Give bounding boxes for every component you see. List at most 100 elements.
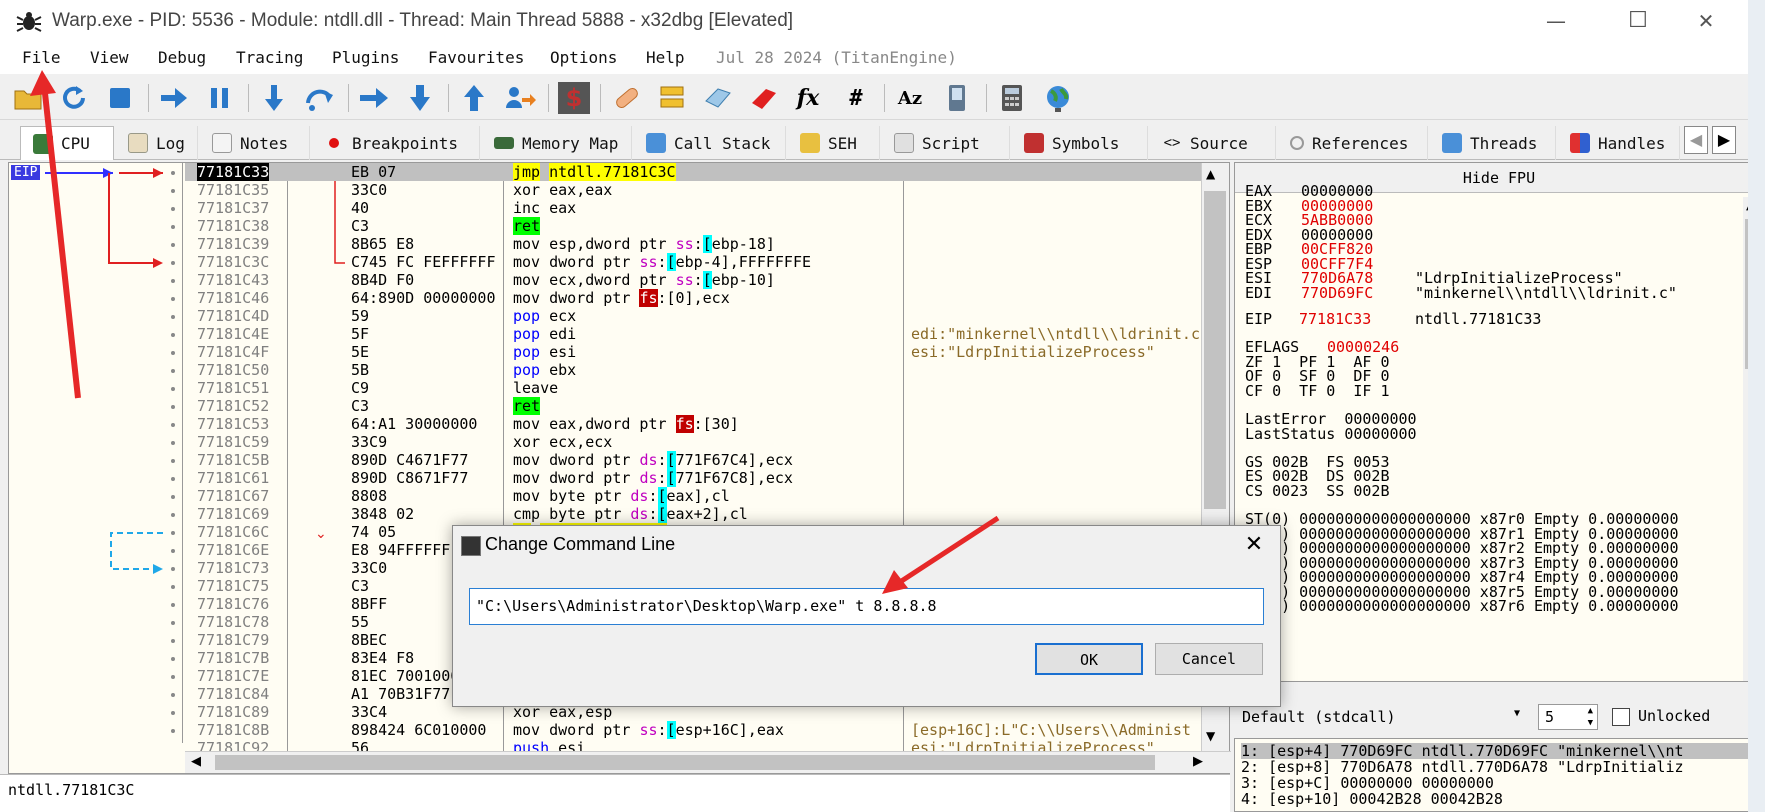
registers-pane[interactable]: Hide FPU EAX 00000000 EBX 00000000 ECX 5ABB00…: [1234, 162, 1764, 682]
disasm-row[interactable]: 77181C35 33C0 xor eax,eax: [185, 181, 1217, 199]
disasm-row[interactable]: 77181C4D 59 pop ecx: [185, 307, 1217, 325]
function-icon[interactable]: fx: [792, 82, 824, 114]
font-icon[interactable]: Az: [894, 82, 926, 114]
hscroll-thumb[interactable]: [215, 755, 1155, 770]
instruction-text: cmp byte ptr ds:[eax+2],cl: [513, 505, 748, 523]
disasm-row[interactable]: 77181C53 64:A1 30000000 mov eax,dword ptr …: [185, 415, 1217, 433]
bookmark-icon[interactable]: [748, 82, 780, 114]
disasm-row[interactable]: 77181C8B 898424 6C010000 mov dword ptr ss:…: [185, 721, 1217, 739]
maximize-button[interactable]: ☐: [1618, 6, 1658, 36]
cancel-button[interactable]: Cancel: [1155, 643, 1263, 675]
register-value[interactable]: 770D69FC: [1301, 285, 1373, 301]
instruction-comment: edi:"minkernel\\ntdll\\ldrinit.c": [911, 325, 1210, 343]
menu-file[interactable]: File: [22, 48, 61, 67]
calculator-icon[interactable]: [996, 82, 1028, 114]
hash-icon[interactable]: #: [840, 82, 872, 114]
disasm-row[interactable]: 77181C52 C3 ret: [185, 397, 1217, 415]
open-icon[interactable]: [12, 82, 44, 114]
stack-argument-row[interactable]: 3: [esp+C] 00000000 00000000: [1241, 775, 1494, 791]
disasm-horizontal-scrollbar[interactable]: ◀ ▶: [185, 751, 1231, 773]
argument-count-stepper[interactable]: 5 ▲ ▼: [1538, 704, 1598, 730]
trace-over-icon[interactable]: [404, 82, 436, 114]
patch-icon[interactable]: [610, 82, 642, 114]
tab-scroll-left-button[interactable]: ◀: [1684, 126, 1708, 154]
tab-notes[interactable]: Notes: [200, 126, 310, 160]
globe-icon[interactable]: [1042, 82, 1074, 114]
calling-convention-select[interactable]: Default (stdcall) ▼: [1236, 704, 1526, 730]
script-icon[interactable]: $: [558, 82, 590, 114]
menu-favourites[interactable]: Favourites: [428, 48, 524, 67]
execute-till-return-icon[interactable]: [458, 82, 490, 114]
tab-memory-map[interactable]: Memory Map: [482, 126, 632, 160]
register-value[interactable]: 77181C33: [1299, 311, 1371, 327]
tab-symbols[interactable]: Symbols: [1012, 126, 1148, 160]
step-into-icon[interactable]: [258, 82, 290, 114]
scroll-up-icon[interactable]: ▲: [1206, 167, 1215, 181]
command-line-input[interactable]: "C:\Users\Administrator\Desktop\Warp.exe…: [469, 588, 1264, 625]
disasm-row[interactable]: 77181C69 3848 02 cmp byte ptr ds:[eax+2],c…: [185, 505, 1217, 523]
tab-breakpoints[interactable]: Breakpoints: [312, 126, 480, 160]
scroll-right-icon[interactable]: ▶: [1193, 754, 1203, 769]
unlocked-checkbox[interactable]: [1612, 708, 1630, 726]
comment-icon[interactable]: [656, 82, 688, 114]
menu-debug[interactable]: Debug: [158, 48, 206, 67]
disasm-row[interactable]: 77181C33 EB 07 jmp ntdll.77181C3C: [185, 163, 1217, 181]
restart-icon[interactable]: [58, 82, 90, 114]
tab-references[interactable]: References: [1278, 126, 1428, 160]
ok-button[interactable]: OK: [1035, 643, 1143, 675]
scroll-down-icon[interactable]: ▼: [1206, 729, 1215, 743]
flags-row[interactable]: CF 0 TF 0 IF 1: [1245, 383, 1390, 399]
disasm-row[interactable]: 77181C4E 5F pop edi edi:"minkernel\\ntdll\\…: [185, 325, 1217, 343]
stack-argument-row[interactable]: 1: [esp+4] 770D69FC ntdll.770D69FC "mink…: [1241, 743, 1761, 759]
pause-icon[interactable]: [204, 82, 236, 114]
menu-tracing[interactable]: Tracing: [236, 48, 303, 67]
tab-seh[interactable]: SEH: [788, 126, 880, 160]
menu-view[interactable]: View: [90, 48, 129, 67]
menu-help[interactable]: Help: [646, 48, 685, 67]
stepper-arrows-icon[interactable]: ▲ ▼: [1588, 705, 1593, 729]
unlocked-label: Unlocked: [1638, 707, 1711, 725]
stack-arguments-pane[interactable]: 1: [esp+4] 770D69FC ntdll.770D69FC "mink…: [1234, 738, 1764, 812]
device-icon[interactable]: [942, 82, 974, 114]
label-icon[interactable]: [702, 82, 734, 114]
disasm-row[interactable]: 77181C38 C3 ret: [185, 217, 1217, 235]
stack-argument-row[interactable]: 2: [esp+8] 770D6A78 ntdll.770D6A78 "Ldrp…: [1241, 759, 1684, 775]
disasm-row[interactable]: 77181C46 64:890D 00000000 mov dword ptr fs…: [185, 289, 1217, 307]
disasm-row[interactable]: 77181C67 8808 mov byte ptr ds:[eax],cl: [185, 487, 1217, 505]
disasm-row[interactable]: 77181C51 C9 leave: [185, 379, 1217, 397]
tab-call-stack[interactable]: Call Stack: [634, 126, 786, 160]
disasm-row[interactable]: 77181C92 56 push esi esi:"LdrpInitializePro…: [185, 739, 1217, 751]
trace-into-icon[interactable]: [358, 82, 390, 114]
run-icon[interactable]: [158, 82, 190, 114]
disasm-row[interactable]: 77181C59 33C9 xor ecx,ecx: [185, 433, 1217, 451]
disasm-row[interactable]: 77181C43 8B4D F0 mov ecx,dword ptr ss:[ebp…: [185, 271, 1217, 289]
minimize-button[interactable]: —: [1536, 6, 1576, 36]
calling-convention-value: Default (stdcall): [1242, 708, 1396, 726]
disasm-row[interactable]: 77181C37 40 inc eax: [185, 199, 1217, 217]
disasm-row[interactable]: 77181C50 5B pop ebx: [185, 361, 1217, 379]
tab-scroll-right-button[interactable]: ▶: [1712, 126, 1736, 154]
tab-threads[interactable]: Threads: [1430, 126, 1556, 160]
instruction-bytes: EB 07: [351, 163, 397, 181]
tab-cpu[interactable]: CPU: [20, 126, 114, 160]
tab-log[interactable]: Log: [116, 126, 198, 160]
instruction-bytes: 40: [351, 199, 370, 217]
stop-icon[interactable]: [104, 82, 136, 114]
disasm-row[interactable]: 77181C5B 890D C4671F77 mov dword ptr ds:[7…: [185, 451, 1217, 469]
menu-options[interactable]: Options: [550, 48, 617, 67]
scroll-thumb[interactable]: [1204, 191, 1226, 509]
scroll-left-icon[interactable]: ◀: [191, 754, 201, 769]
tab-handles[interactable]: Handles: [1558, 126, 1680, 160]
tab-source[interactable]: <> Source: [1150, 126, 1276, 160]
menu-plugins[interactable]: Plugins: [332, 48, 399, 67]
step-over-icon[interactable]: [304, 82, 336, 114]
disasm-row[interactable]: 77181C3C C745 FC FEFFFFFF mov dword ptr ss…: [185, 253, 1217, 271]
tab-script[interactable]: Script: [882, 126, 1010, 160]
disasm-row[interactable]: 77181C61 890D C8671F77 mov dword ptr ds:[7…: [185, 469, 1217, 487]
close-button[interactable]: ✕: [1686, 6, 1726, 36]
disasm-row[interactable]: 77181C4F 5E pop esi esi:"LdrpInitializeProc…: [185, 343, 1217, 361]
disasm-row[interactable]: 77181C39 8B65 E8 mov esp,dword ptr ss:[ebp…: [185, 235, 1217, 253]
run-to-user-code-icon[interactable]: [504, 82, 536, 114]
dialog-close-button[interactable]: ✕: [1234, 528, 1274, 562]
stack-argument-row[interactable]: 4: [esp+10] 00042B28 00042B28: [1241, 791, 1503, 807]
